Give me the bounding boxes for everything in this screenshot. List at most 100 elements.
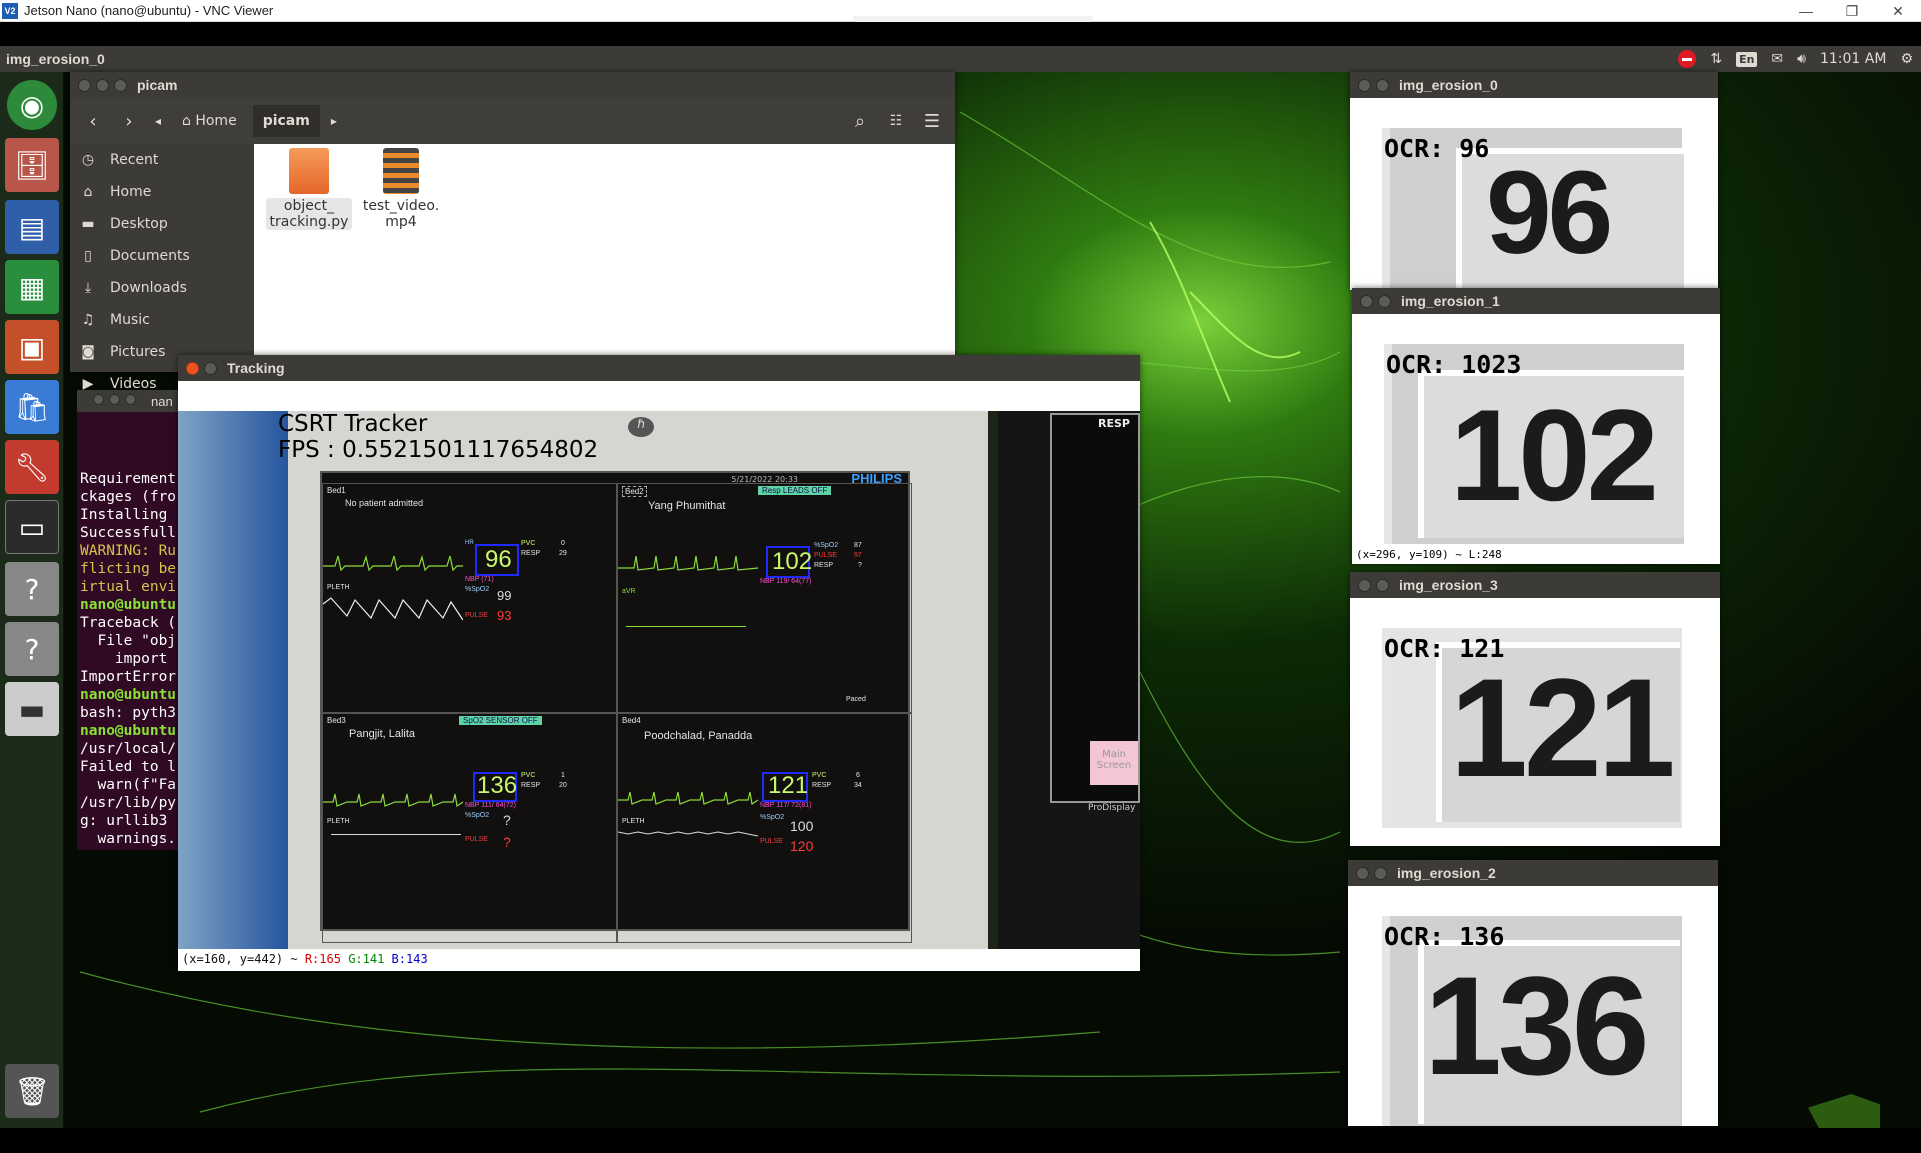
ocr-label: OCR: 121 <box>1384 634 1505 663</box>
python-file-icon <box>289 148 329 194</box>
window-title: img_erosion_0 <box>1399 77 1498 93</box>
close-icon[interactable]: ✕ <box>1875 0 1921 22</box>
hr-value: 96 <box>485 546 512 573</box>
search-icon[interactable]: ⌕ <box>845 106 875 136</box>
ocr-label: OCR: 1023 <box>1386 350 1522 379</box>
erosion-image[interactable]: OCR: 136 136 <box>1348 886 1718 1126</box>
maximize-button[interactable] <box>125 394 136 405</box>
erosion-image[interactable]: OCR: 121 121 <box>1350 598 1720 846</box>
minimize-button[interactable] <box>1378 294 1391 308</box>
ocr-digits: 136 <box>1424 947 1650 1104</box>
forward-icon[interactable]: › <box>114 106 144 136</box>
minimize-button[interactable] <box>1376 78 1389 92</box>
drive-icon[interactable]: ▬ <box>5 682 59 736</box>
calc-app-icon[interactable]: ▦ <box>5 260 59 314</box>
erosion-window-3: img_erosion_3 OCR: 121 121 <box>1350 572 1720 846</box>
menu-icon[interactable]: ☰ <box>917 106 947 136</box>
status-bar: (x=160, y=442) ~ R:165 G:141 B:143 <box>178 949 1140 971</box>
minimize-icon[interactable]: — <box>1783 0 1829 22</box>
clock-text[interactable]: 11:01 AM <box>1820 51 1886 67</box>
close-button[interactable] <box>1360 294 1373 308</box>
mail-icon[interactable]: ✉ <box>1771 51 1783 67</box>
bed4-panel: Bed4 Poodchalad, Panadda PLETH 121 PVC R… <box>617 713 912 943</box>
top-panel: img_erosion_0 ⇅ En ✉ 🔊︎ 11:01 AM ⚙ <box>0 46 1921 72</box>
close-button[interactable] <box>93 394 104 405</box>
hr-value: 102 <box>772 548 813 575</box>
path-right-arrow-icon[interactable]: ▸ <box>326 106 342 136</box>
monitor-screen: PHILIPS 5/21/2022 20:33 Bed1 No patient … <box>320 471 912 943</box>
bed1-panel: Bed1 No patient admitted PLETH HR 96 PVC… <box>322 483 617 713</box>
minimize-button[interactable] <box>204 361 217 375</box>
ocr-digits: 121 <box>1450 649 1676 806</box>
no-entry-icon[interactable] <box>1678 50 1697 68</box>
minimize-button[interactable] <box>1374 866 1387 880</box>
window-title: img_erosion_1 <box>1401 293 1500 309</box>
keyboard-layout-indicator[interactable]: En <box>1736 51 1758 67</box>
minimize-button[interactable] <box>1376 578 1389 592</box>
erosion-image[interactable]: OCR: 96 96 <box>1350 98 1718 290</box>
software-center-icon[interactable]: 🛍︎ <box>5 380 59 434</box>
download-icon: ⤓ <box>84 280 92 296</box>
hr-value: 136 <box>477 772 518 799</box>
video-file-icon <box>383 148 419 194</box>
network-icon[interactable]: ⇅ <box>1710 51 1722 67</box>
sidebar-item-desktop[interactable]: ▬ Desktop <box>70 208 254 240</box>
restore-icon[interactable]: ❐ <box>1829 0 1875 22</box>
system-settings-icon[interactable]: 🔧︎ <box>5 440 59 494</box>
sidebar: ◷ Recent ⌂ Home ▬ Desktop ▯ Documents ⤓ Downl… <box>70 144 254 392</box>
file-item-python[interactable]: object_ tracking.py <box>266 148 352 230</box>
ocr-digits: 96 <box>1486 147 1613 279</box>
maximize-button[interactable] <box>114 78 127 92</box>
impress-app-icon[interactable]: ▣ <box>5 320 59 374</box>
close-button[interactable] <box>1356 866 1369 880</box>
ecg-wave <box>618 791 758 806</box>
window-title: picam <box>137 77 178 93</box>
ecg-wave <box>323 793 463 808</box>
close-button[interactable] <box>1358 578 1371 592</box>
ocr-label: OCR: 96 <box>1384 134 1490 163</box>
minimize-button[interactable] <box>96 78 109 92</box>
pleth-wave <box>618 831 758 837</box>
sidebar-item-music[interactable]: ♫ Music <box>70 304 254 336</box>
files-app-icon[interactable]: 🗄︎ <box>5 138 59 192</box>
breadcrumb-home[interactable]: ⌂ Home <box>172 105 247 137</box>
file-view: object_ tracking.py test_video. mp4 <box>254 144 955 372</box>
hr-value: 121 <box>768 772 809 799</box>
erosion-window-2: img_erosion_2 OCR: 136 136 <box>1348 860 1718 1126</box>
fps-overlay: FPS : 0.5521501117654802 <box>278 437 599 463</box>
terminal-title: nan <box>151 394 173 409</box>
path-left-arrow-icon[interactable]: ◂ <box>150 106 166 136</box>
back-icon[interactable]: ‹ <box>78 106 108 136</box>
unknown-app-icon-2[interactable]: ? <box>5 622 59 676</box>
sidebar-item-documents[interactable]: ▯ Documents <box>70 240 254 272</box>
writer-app-icon[interactable]: ▤ <box>5 200 59 254</box>
file-manager-window: picam ‹ › ◂ ⌂ Home picam ▸ ⌕ ☷ ☰ ◷ Recent… <box>70 72 955 392</box>
home-icon: ⌂ <box>182 113 196 129</box>
close-button[interactable] <box>78 78 91 92</box>
window-title: img_erosion_3 <box>1399 577 1498 593</box>
breadcrumb-current[interactable]: picam <box>252 105 320 137</box>
erosion-image[interactable]: OCR: 1023 102 <box>1352 314 1720 548</box>
dash-home-icon[interactable]: ◉ <box>7 80 57 130</box>
volume-icon[interactable]: 🔊︎ <box>1797 51 1806 67</box>
settings-gear-icon[interactable]: ⚙ <box>1900 51 1913 67</box>
file-item-video[interactable]: test_video. mp4 <box>358 148 444 230</box>
close-button[interactable] <box>186 361 199 375</box>
bed2-panel: Bed2 Yang Phumithat Resp LEADS OFF aVR 1… <box>617 483 912 713</box>
view-options-icon[interactable]: ☷ <box>881 106 911 136</box>
sidebar-item-home[interactable]: ⌂ Home <box>70 176 254 208</box>
pleth-wave <box>323 597 463 621</box>
sidebar-item-downloads[interactable]: ⤓ Downloads <box>70 272 254 304</box>
tracking-frame[interactable]: RESP Main Screen ProDisplay ℏ PHILIPS 5/… <box>178 411 1140 949</box>
ocr-digits: 102 <box>1450 382 1659 528</box>
ocr-label: OCR: 136 <box>1384 922 1505 951</box>
terminal-app-icon[interactable]: ▭ <box>5 500 59 554</box>
home-icon: ⌂ <box>83 184 93 200</box>
music-icon: ♫ <box>81 312 95 328</box>
sidebar-item-recent[interactable]: ◷ Recent <box>70 144 254 176</box>
trash-icon[interactable]: 🗑︎ <box>5 1064 59 1118</box>
wall-board <box>178 411 298 949</box>
unknown-app-icon[interactable]: ? <box>5 562 59 616</box>
close-button[interactable] <box>1358 78 1371 92</box>
minimize-button[interactable] <box>109 394 120 405</box>
